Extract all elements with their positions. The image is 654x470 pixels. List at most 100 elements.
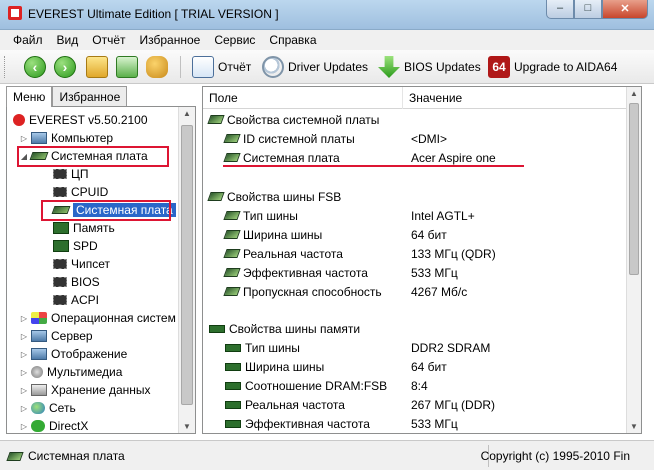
menu-view[interactable]: Вид	[50, 30, 86, 50]
section-header: Свойства шины FSB	[207, 187, 341, 206]
table-row[interactable]: Пропускная способность 4267 Мб/с	[223, 282, 625, 301]
tree-item-directx[interactable]: ▷ DirectX	[19, 417, 88, 433]
maximize-button[interactable]: □	[574, 0, 602, 19]
tree-scrollbar[interactable]: ▲ ▼	[178, 107, 195, 433]
expand-arrow-icon[interactable]: ▷	[19, 314, 29, 323]
table-row[interactable]: Тип шины Intel AGTL+	[223, 206, 625, 225]
expand-arrow-icon[interactable]: ▷	[19, 368, 29, 377]
tab-favorites[interactable]: Избранное	[52, 86, 128, 106]
column-value-header[interactable]: Значение	[403, 87, 627, 109]
field-name: Соотношение DRAM:FSB	[245, 378, 388, 393]
scroll-up-icon[interactable]: ▲	[627, 89, 641, 98]
forward-button[interactable]: ›	[54, 55, 76, 79]
tree-item-display[interactable]: ▷ Отображение	[19, 345, 127, 363]
memory-icon	[53, 222, 69, 234]
refresh-button[interactable]	[116, 55, 138, 79]
tree-item-cpuid[interactable]: CPUID	[53, 183, 108, 201]
navigation-tree[interactable]: EVEREST v5.50.2100 ▷ Компьютер ◢ Системн…	[6, 106, 196, 434]
expand-arrow-icon[interactable]: ▷	[19, 350, 29, 359]
menu-tools[interactable]: Сервис	[207, 30, 262, 50]
up-folder-button[interactable]	[86, 55, 108, 79]
chipset-icon	[53, 259, 67, 269]
tree-item-storage[interactable]: ▷ Хранение данных	[19, 381, 151, 399]
aida64-icon: 64	[488, 56, 510, 78]
tree-item-multimedia[interactable]: ▷ Мультимедиа	[19, 363, 123, 381]
scroll-down-icon[interactable]: ▼	[179, 422, 195, 431]
motherboard-icon	[223, 268, 241, 277]
report-button[interactable]: Отчёт	[192, 55, 251, 79]
table-row[interactable]: Ширина шины 64 бит	[225, 357, 625, 376]
memory-icon	[225, 419, 241, 428]
bios-updates-button[interactable]: BIOS Updates	[378, 55, 481, 79]
users-button[interactable]	[146, 55, 168, 79]
tree-item-chipset[interactable]: Чипсет	[53, 255, 110, 273]
table-row[interactable]: ID системной платы <DMI>	[223, 129, 625, 148]
tree-item-spd[interactable]: SPD	[53, 237, 98, 255]
expand-arrow-icon[interactable]: ▷	[19, 422, 29, 431]
tree-item-server[interactable]: ▷ Сервер	[19, 327, 93, 345]
table-row[interactable]: Реальная частота 133 МГц (QDR)	[223, 244, 625, 263]
expand-arrow-icon[interactable]: ▷	[19, 386, 29, 395]
field-value: 4267 Мб/с	[411, 284, 468, 299]
table-row[interactable]: Эффективная частота 533 МГц	[223, 263, 625, 282]
tree-item-label: Мультимедиа	[47, 365, 123, 379]
minimize-button[interactable]: –	[546, 0, 574, 19]
tree-item-cpu[interactable]: ЦП	[53, 165, 89, 183]
title-bar[interactable]: EVEREST Ultimate Edition [ TRIAL VERSION…	[0, 0, 654, 30]
table-row[interactable]: Эффективная частота 533 МГц	[225, 414, 625, 433]
table-row[interactable]: Ширина шины 64 бит	[223, 225, 625, 244]
back-button[interactable]: ‹	[24, 55, 46, 79]
tab-menu[interactable]: Меню	[6, 86, 53, 107]
tree-item-os[interactable]: ▷ Операционная систем	[19, 309, 176, 327]
table-row[interactable]: Соотношение DRAM:FSB 8:4	[225, 376, 625, 395]
field-value: Intel AGTL+	[411, 208, 475, 223]
details-scrollbar-thumb[interactable]	[629, 103, 639, 275]
table-row[interactable]: Реальная частота 267 МГц (DDR)	[225, 395, 625, 414]
tree-item-acpi[interactable]: ACPI	[53, 291, 99, 309]
menu-file[interactable]: Файл	[6, 30, 50, 50]
field-value: <DMI>	[411, 131, 448, 146]
download-arrow-icon	[378, 56, 400, 78]
app-icon	[8, 6, 22, 20]
table-row[interactable]: Тип шины DDR2 SDRAM	[225, 338, 625, 357]
bios-chip-icon	[53, 277, 67, 287]
windows-icon	[31, 312, 47, 324]
field-value: 533 МГц	[411, 416, 458, 431]
menu-favorites[interactable]: Избранное	[133, 30, 208, 50]
scroll-down-icon[interactable]: ▼	[627, 422, 641, 431]
status-left-text: Системная плата	[28, 449, 125, 463]
motherboard-icon	[223, 287, 241, 296]
column-field-header[interactable]: Поле	[203, 87, 403, 109]
window-title: EVEREST Ultimate Edition [ TRIAL VERSION…	[28, 7, 279, 21]
tree-item-network[interactable]: ▷ Сеть	[19, 399, 76, 417]
details-scrollbar[interactable]: ▲ ▼	[626, 87, 641, 433]
server-icon	[31, 330, 47, 342]
toolbar-grip[interactable]	[4, 56, 7, 78]
folder-up-icon	[86, 56, 108, 78]
motherboard-icon	[223, 211, 241, 220]
refresh-icon	[116, 56, 138, 78]
expand-arrow-icon[interactable]: ▷	[19, 332, 29, 341]
tree-item-label: EVEREST v5.50.2100	[29, 113, 148, 127]
section-header: Свойства системной платы	[207, 110, 380, 129]
highlight-underline	[223, 165, 524, 167]
menu-help[interactable]: Справка	[262, 30, 323, 50]
field-name: ID системной платы	[243, 131, 355, 146]
expand-arrow-icon[interactable]: ▷	[19, 404, 29, 413]
menu-report[interactable]: Отчёт	[85, 30, 132, 50]
upgrade-aida64-button[interactable]: 64 Upgrade to AIDA64	[488, 55, 617, 79]
users-icon	[146, 56, 168, 78]
field-name: Системная плата	[243, 150, 340, 165]
tree-item-root[interactable]: EVEREST v5.50.2100	[13, 111, 148, 129]
tree-item-memory[interactable]: Память	[53, 219, 115, 237]
tree-item-computer[interactable]: ▷ Компьютер	[19, 129, 113, 147]
motherboard-icon	[223, 249, 241, 258]
tree-scrollbar-thumb[interactable]	[181, 125, 193, 405]
expand-arrow-icon[interactable]: ▷	[19, 134, 29, 143]
motherboard-icon	[207, 115, 225, 124]
section-title: Свойства системной платы	[227, 112, 380, 127]
scroll-up-icon[interactable]: ▲	[179, 109, 195, 118]
tree-item-bios[interactable]: BIOS	[53, 273, 100, 291]
close-button[interactable]: ✕	[602, 0, 648, 19]
driver-updates-button[interactable]: Driver Updates	[262, 55, 368, 79]
